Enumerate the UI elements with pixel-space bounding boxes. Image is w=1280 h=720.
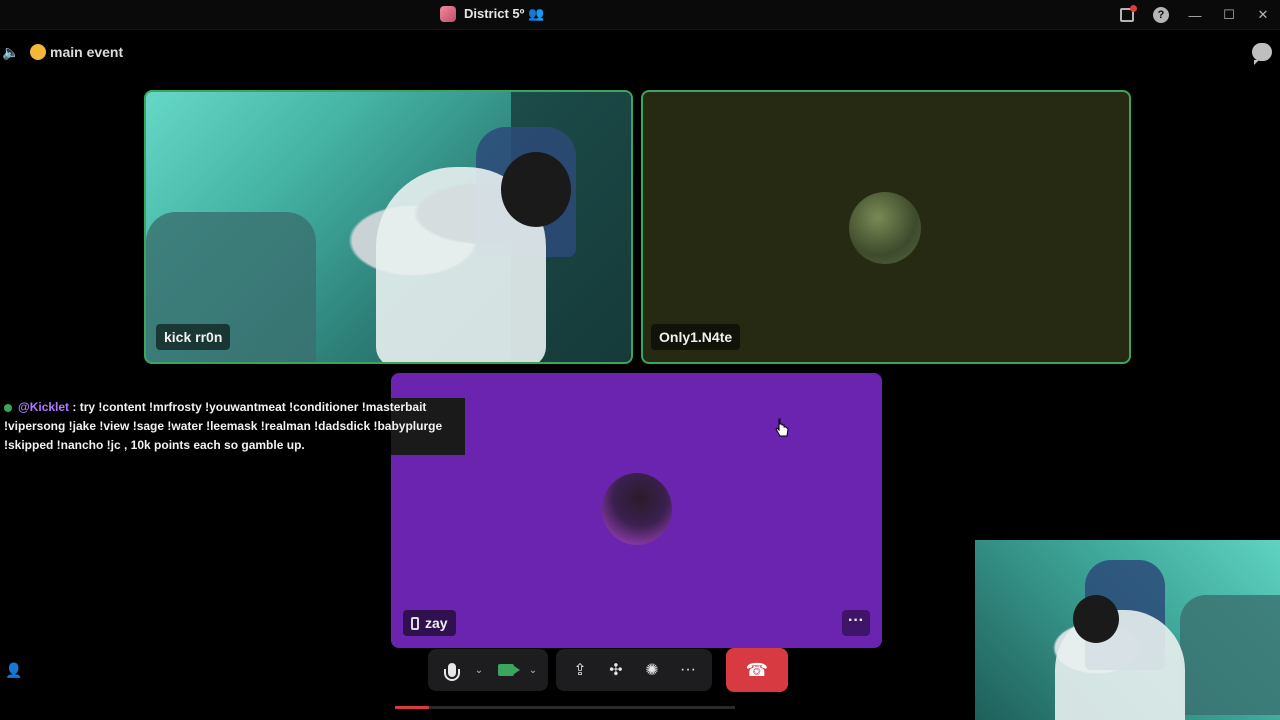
chat-text-line-1: : try !content !mrfrosty !youwantmeat !c… [69, 400, 427, 414]
chat-username: @Kicklet [18, 400, 70, 414]
chat-icon[interactable] [1252, 43, 1272, 65]
window-title: District 5º 👥 [440, 6, 544, 22]
participant-name-label: kick rr0n [164, 329, 223, 345]
camera-options-chevron-icon[interactable]: ⌄ [524, 665, 542, 676]
participant-name: zay [403, 610, 456, 636]
mic-options-chevron-icon[interactable]: ⌄ [470, 665, 488, 676]
microphone-button[interactable] [434, 652, 470, 688]
window-controls: ? — ☐ ✕ [1110, 0, 1280, 30]
participant-name: kick rr0n [156, 324, 231, 350]
camera-button[interactable] [488, 652, 524, 688]
more-options-button[interactable]: ··· [670, 652, 706, 688]
stream-chat-overlay: @Kicklet : try !content !mrfrosty !youwa… [0, 398, 470, 455]
participant-name: Only1.N4te [651, 324, 741, 350]
server-name: District 5º 👥 [464, 6, 545, 21]
server-icon [440, 6, 456, 22]
speaker-icon: 🔈 [2, 43, 20, 60]
voice-video-group: ⌄ ⌄ [428, 649, 548, 691]
minimize-icon[interactable]: — [1178, 0, 1212, 30]
channel-name: main event [50, 44, 124, 60]
close-icon[interactable]: ✕ [1246, 0, 1280, 30]
participant-name-label: zay [425, 615, 448, 631]
avatar [849, 192, 921, 264]
chat-text-line-2: !vipersong !jake !view !sage !water !lee… [4, 419, 443, 433]
video-frame-detail [1180, 595, 1280, 715]
chat-message: @Kicklet : try !content !mrfrosty !youwa… [0, 398, 470, 417]
mouse-cursor-icon [775, 418, 789, 437]
online-status-icon [4, 403, 12, 412]
stream-progress-bar [395, 706, 735, 709]
video-tile-kick-rr0n[interactable]: kick rr0n [144, 90, 633, 364]
add-person-icon[interactable]: 👤 [5, 662, 22, 679]
maximize-icon[interactable]: ☐ [1212, 0, 1246, 30]
streamer-webcam-overlay [975, 540, 1280, 720]
activity-group: ⇪ ✣ ✺ ··· [556, 649, 712, 691]
help-icon[interactable]: ? [1144, 0, 1178, 30]
microphone-icon [444, 663, 460, 681]
stream-progress-fill [395, 706, 429, 709]
video-frame-detail [501, 152, 571, 227]
video-frame-detail [1073, 595, 1119, 643]
camera-icon [498, 664, 520, 676]
hang-up-icon: ☎ [745, 659, 769, 680]
end-call-button[interactable]: ☎ [726, 648, 788, 692]
soundboard-button[interactable]: ✺ [634, 652, 670, 688]
chat-text-line-3: !skipped !nancho !jc , 10k points each s… [4, 438, 305, 452]
call-controls: ⌄ ⌄ ⇪ ✣ ✺ ··· ☎ [428, 648, 788, 692]
tile-more-options-button[interactable]: ··· [842, 610, 870, 636]
avatar [602, 473, 672, 545]
video-tile-only1-n4te[interactable]: Only1.N4te [641, 90, 1131, 364]
channel-header: 🔈 main event [0, 40, 123, 64]
channel-emoji-icon [30, 44, 46, 60]
title-bar: District 5º 👥 ? — ☐ ✕ [0, 0, 1280, 30]
inbox-icon[interactable] [1110, 0, 1144, 30]
screen-share-button[interactable]: ⇪ [562, 652, 598, 688]
participant-name-label: Only1.N4te [659, 329, 733, 345]
activities-button[interactable]: ✣ [598, 652, 634, 688]
mobile-phone-icon [411, 616, 419, 630]
